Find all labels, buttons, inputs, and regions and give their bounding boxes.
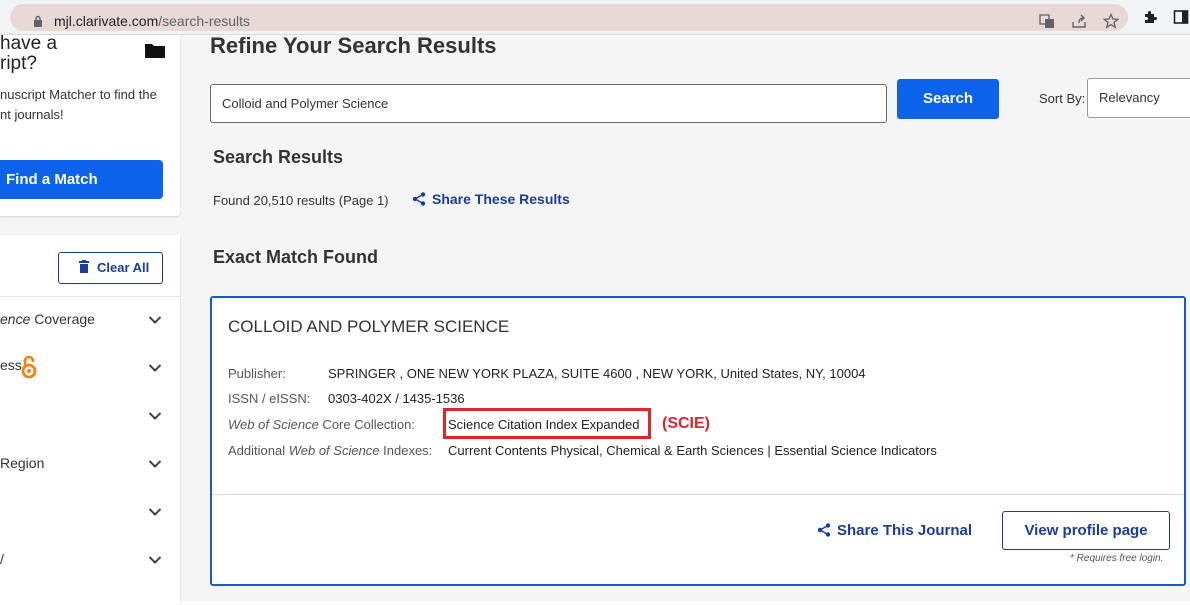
browser-toolbar: mjl.clarivate.com/search-results xyxy=(0,0,1190,35)
chevron-down-icon xyxy=(148,412,162,420)
filter-item-3[interactable] xyxy=(0,393,180,441)
sort-by-label: Sort By: xyxy=(1039,91,1086,106)
view-profile-button[interactable]: View profile page xyxy=(1002,511,1170,550)
page-body: have a ript? nuscript Matcher to find the… xyxy=(0,33,1190,605)
issn-value: 0303-402X / 1435-1536 xyxy=(328,391,465,406)
clear-all-button[interactable]: Clear All xyxy=(58,252,163,284)
chevron-down-icon xyxy=(148,316,162,324)
divider xyxy=(212,494,1184,495)
address-bar[interactable]: mjl.clarivate.com/search-results xyxy=(10,4,1128,31)
chevron-down-icon xyxy=(148,556,162,564)
lock-icon xyxy=(34,15,42,27)
filter-item-6[interactable]: / xyxy=(0,537,180,585)
filter-web-of-science-coverage[interactable]: ence Coverage xyxy=(0,297,180,345)
main-content: Refine Your Search Results Colloid and P… xyxy=(196,33,1190,601)
share-icon xyxy=(412,192,426,206)
annotation-highlight-box xyxy=(443,408,651,439)
additional-indexes-value: Current Contents Physical, Chemical & Ea… xyxy=(448,443,937,458)
chevron-down-icon xyxy=(148,364,162,372)
folder-icon xyxy=(145,44,165,58)
core-collection-label-italic: Web of Science xyxy=(228,417,319,432)
chevron-down-icon xyxy=(148,508,162,516)
url-path: /search-results xyxy=(158,13,251,29)
extensions-puzzle-icon[interactable] xyxy=(1142,9,1158,25)
filters-panel: Clear All ence Coverage ess Region / xyxy=(0,235,180,605)
promo-title: have a ript? xyxy=(0,35,57,74)
publisher-value: SPRINGER , ONE NEW YORK PLAZA, SUITE 460… xyxy=(328,366,866,381)
filter-item-5[interactable] xyxy=(0,489,180,537)
core-collection-label-rest: Core Collection: xyxy=(318,417,415,432)
url-text: mjl.clarivate.com/search-results xyxy=(54,13,250,29)
filter-open-access[interactable]: ess xyxy=(0,345,180,393)
search-results-heading: Search Results xyxy=(213,147,344,167)
core-collection-label: Web of Science Core Collection: xyxy=(228,417,415,432)
sort-select[interactable]: Relevancy xyxy=(1087,78,1190,118)
share-results-label: Share These Results xyxy=(432,191,570,207)
filter-label-italic: ence xyxy=(0,311,31,327)
promo-desc-line1: nuscript Matcher to find the xyxy=(0,87,157,102)
exact-match-heading: Exact Match Found xyxy=(213,247,379,267)
side-panel-icon[interactable] xyxy=(1173,9,1189,25)
additional-label-post: Indexes: xyxy=(379,443,433,458)
requires-login-note: * Requires free login. xyxy=(1070,553,1164,564)
find-a-match-button[interactable]: Find a Match xyxy=(0,160,163,199)
publisher-label: Publisher: xyxy=(228,366,286,381)
share-icon xyxy=(817,523,831,537)
share-journal-label: Share This Journal xyxy=(837,522,973,539)
filter-country-region[interactable]: Region xyxy=(0,441,180,489)
promo-description: nuscript Matcher to find the nt journals! xyxy=(0,85,157,125)
open-access-icon xyxy=(21,355,37,379)
page-title: Refine Your Search Results xyxy=(210,33,497,58)
clear-all-label: Clear All xyxy=(97,260,150,275)
additional-label-italic: Web of Science xyxy=(288,443,380,458)
filter-label-rest: Coverage xyxy=(30,311,95,327)
url-domain: mjl.clarivate.com xyxy=(54,13,159,29)
additional-label-pre: Additional xyxy=(228,443,289,458)
additional-indexes-label: Additional Web of Science Indexes: xyxy=(228,443,432,458)
filter-label: Region xyxy=(0,455,45,471)
issn-label: ISSN / eISSN: xyxy=(228,391,311,406)
search-button[interactable]: Search xyxy=(897,79,999,119)
promo-desc-line2: nt journals! xyxy=(0,107,64,122)
share-results-link[interactable]: Share These Results xyxy=(412,191,570,209)
translate-icon[interactable] xyxy=(1039,13,1055,29)
filter-label: ence Coverage xyxy=(0,311,95,327)
manuscript-matcher-card: have a ript? nuscript Matcher to find the… xyxy=(0,35,180,216)
share-journal-link[interactable]: Share This Journal xyxy=(817,522,972,539)
filter-label: / xyxy=(0,551,4,567)
filter-label: ess xyxy=(0,357,22,373)
trash-icon xyxy=(79,260,89,273)
journal-card: COLLOID AND POLYMER SCIENCE Publisher: S… xyxy=(210,296,1186,586)
bookmark-star-icon[interactable] xyxy=(1103,13,1119,29)
scie-annotation: (SCIE) xyxy=(662,415,710,432)
chevron-down-icon xyxy=(148,460,162,468)
promo-title-line1: have a xyxy=(0,35,58,54)
journal-name: COLLOID AND POLYMER SCIENCE xyxy=(228,317,510,336)
share-page-icon[interactable] xyxy=(1071,13,1087,29)
promo-title-line2: ript? xyxy=(0,53,37,74)
results-count: Found 20,510 results (Page 1) xyxy=(213,193,389,208)
search-input[interactable]: Colloid and Polymer Science xyxy=(210,84,887,123)
